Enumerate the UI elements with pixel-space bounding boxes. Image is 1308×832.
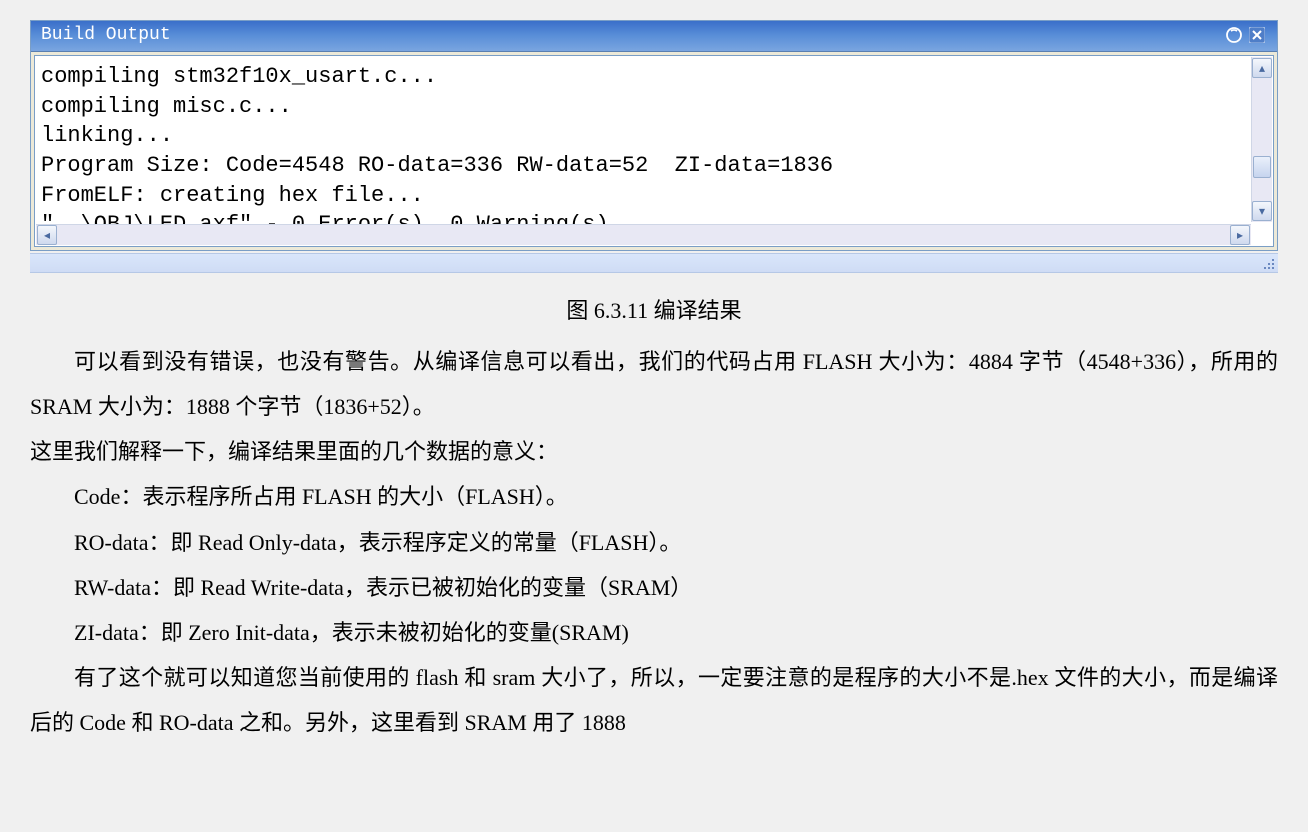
paragraph-1: 可以看到没有错误，也没有警告。从编译信息可以看出，我们的代码占用 FLASH 大… [30, 339, 1278, 429]
build-output-panel: Build Output compiling stm32f10x_usart.c… [30, 20, 1278, 251]
build-output-titlebar: Build Output [31, 21, 1277, 52]
build-output-text: compiling stm32f10x_usart.c... compiling… [41, 62, 1267, 240]
status-strip [30, 253, 1278, 273]
paragraph-2: 这里我们解释一下，编译结果里面的几个数据的意义： [30, 429, 1278, 474]
info-icon[interactable] [1224, 26, 1244, 44]
paragraph-3: 有了这个就可以知道您当前使用的 flash 和 sram 大小了，所以，一定要注… [30, 655, 1278, 745]
document-text: 可以看到没有错误，也没有警告。从编译信息可以看出，我们的代码占用 FLASH 大… [30, 339, 1278, 745]
build-output-title: Build Output [41, 25, 171, 45]
vertical-scrollbar[interactable]: ▴ ▾ [1251, 57, 1272, 222]
definition-zi-data: ZI-data：即 Zero Init-data，表示未被初始化的变量(SRAM… [30, 610, 1278, 655]
figure-caption: 图 6.3.11 编译结果 [30, 293, 1278, 325]
scroll-thumb[interactable] [1253, 156, 1271, 178]
close-icon[interactable] [1247, 26, 1267, 44]
resize-grip-icon[interactable] [1260, 257, 1276, 271]
definition-code: Code：表示程序所占用 FLASH 的大小（FLASH）。 [30, 474, 1278, 519]
definition-rw-data: RW-data：即 Read Write-data，表示已被初始化的变量（SRA… [30, 565, 1278, 610]
chevron-up-icon[interactable]: ▴ [1252, 58, 1272, 78]
definition-ro-data: RO-data：即 Read Only-data，表示程序定义的常量（FLASH… [30, 520, 1278, 565]
chevron-left-icon[interactable]: ◂ [37, 225, 57, 245]
build-output-body: compiling stm32f10x_usart.c... compiling… [34, 55, 1274, 247]
chevron-right-icon[interactable]: ▸ [1230, 225, 1250, 245]
chevron-down-icon[interactable]: ▾ [1252, 201, 1272, 221]
horizontal-scrollbar[interactable]: ◂ ▸ [36, 224, 1251, 245]
